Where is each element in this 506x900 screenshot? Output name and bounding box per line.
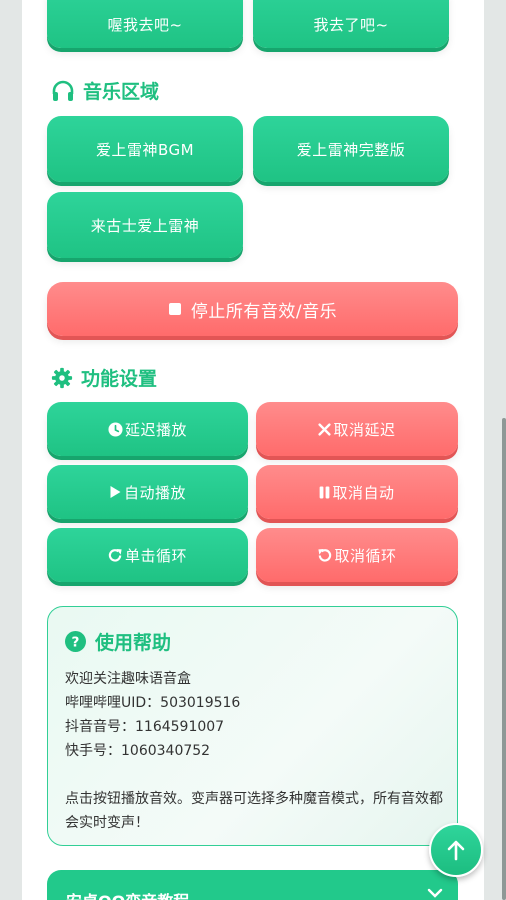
sound-button-label: 我去了吧~ bbox=[313, 15, 389, 34]
music-button-laigushi[interactable]: 来古士爱上雷神 bbox=[47, 192, 243, 258]
help-title: ? 使用帮助 bbox=[65, 628, 171, 655]
arrow-up-icon bbox=[447, 840, 465, 861]
tutorial-label: 安卓QQ变音教程 bbox=[66, 892, 189, 900]
help-line bbox=[65, 763, 445, 787]
back-to-top-button[interactable] bbox=[429, 823, 483, 877]
undo-icon bbox=[318, 548, 332, 562]
music-button-label: 爱上雷神完整版 bbox=[296, 140, 406, 159]
stop-all-button[interactable]: 停止所有音效/音乐 bbox=[47, 282, 458, 336]
delay-play-button[interactable]: 延迟播放 bbox=[47, 402, 248, 456]
help-line: 抖音音号：1164591007 bbox=[65, 719, 225, 735]
stop-square-icon bbox=[168, 303, 181, 315]
cancel-delay-button[interactable]: 取消延迟 bbox=[256, 402, 458, 456]
chevron-down-icon bbox=[427, 888, 443, 898]
music-button-full[interactable]: 爱上雷神完整版 bbox=[253, 116, 449, 182]
help-line: 快手号：1060340752 bbox=[65, 743, 211, 759]
tutorial-accordion[interactable]: 安卓QQ变音教程 bbox=[47, 870, 458, 900]
redo-icon bbox=[108, 548, 122, 562]
close-icon bbox=[318, 422, 332, 436]
cancel-auto-button[interactable]: 取消自动 bbox=[256, 465, 458, 519]
sound-button-label: 喔我去吧~ bbox=[107, 15, 183, 34]
svg-text:?: ? bbox=[72, 635, 80, 651]
help-line: 欢迎关注趣味语音盒 bbox=[65, 671, 191, 687]
music-button-bgm[interactable]: 爱上雷神BGM bbox=[47, 116, 243, 182]
settings-section-title: 功能设置 bbox=[51, 364, 157, 391]
play-icon bbox=[110, 486, 121, 498]
pause-icon bbox=[320, 486, 330, 498]
clock-icon bbox=[108, 421, 123, 437]
question-circle-icon: ? bbox=[65, 631, 86, 652]
help-panel: ? 使用帮助 欢迎关注趣味语音盒 哔哩哔哩UID：503019516 抖音音号：… bbox=[47, 606, 458, 846]
auto-play-button[interactable]: 自动播放 bbox=[47, 465, 248, 519]
music-button-label: 来古士爱上雷神 bbox=[90, 216, 200, 235]
help-line: 哔哩哔哩UID：503019516 bbox=[65, 695, 241, 711]
music-section-title: 音乐区域 bbox=[51, 77, 159, 104]
single-loop-button[interactable]: 单击循环 bbox=[47, 528, 248, 582]
gear-icon bbox=[51, 367, 73, 388]
stop-all-label: 停止所有音效/音乐 bbox=[190, 301, 338, 322]
headphones-icon bbox=[52, 80, 74, 101]
sound-button-1[interactable]: 喔我去吧~ bbox=[47, 0, 243, 48]
help-line: 点击按钮播放音效。变声器可选择多种魔音模式，所有音效都会实时变声！ bbox=[65, 791, 443, 831]
main-card: 喔我去吧~ 我去了吧~ 音乐区域 爱上雷神BGM 爱上雷神完整版 来古士爱上雷神… bbox=[22, 0, 484, 900]
cancel-loop-button[interactable]: 取消循环 bbox=[256, 528, 458, 582]
help-text: 欢迎关注趣味语音盒 哔哩哔哩UID：503019516 抖音音号：1164591… bbox=[65, 667, 445, 835]
scrollbar[interactable] bbox=[502, 418, 506, 900]
music-button-label: 爱上雷神BGM bbox=[95, 140, 195, 159]
sound-button-2[interactable]: 我去了吧~ bbox=[253, 0, 449, 48]
